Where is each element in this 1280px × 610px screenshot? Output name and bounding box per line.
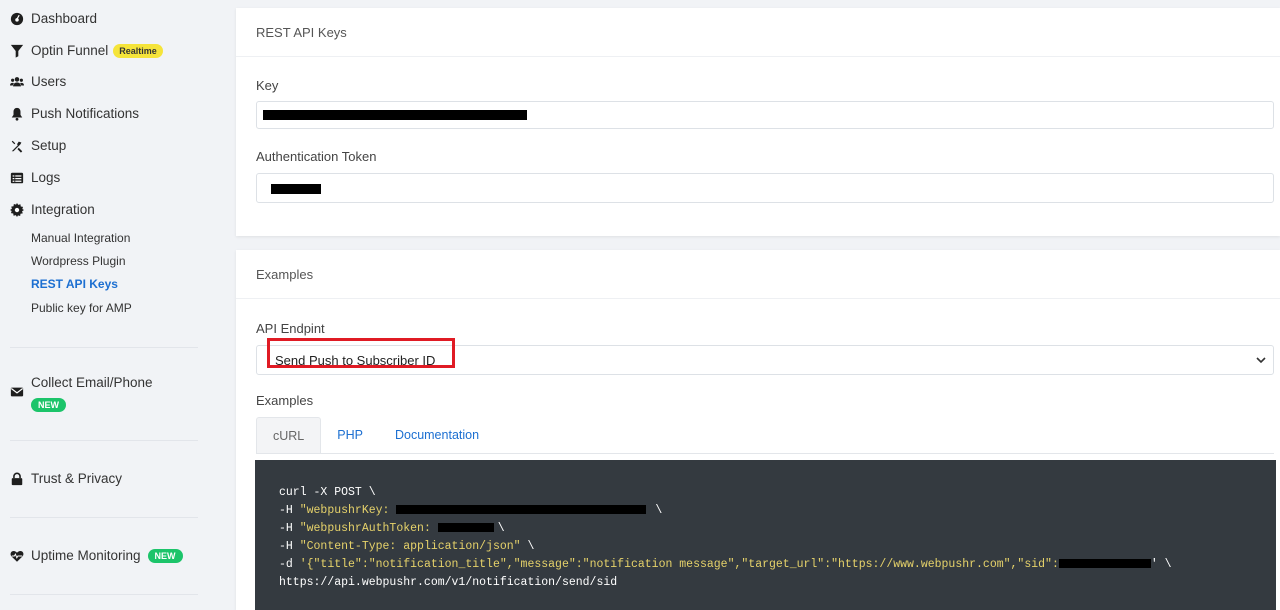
tab-underline (256, 453, 1274, 454)
nav-uptime-label: Uptime Monitoring (31, 548, 141, 563)
code-line-5: -d '{"title":"notification_title","messa… (279, 558, 1172, 571)
nav-users-label: Users (31, 74, 67, 89)
token-label: Authentication Token (256, 149, 377, 164)
code-flag: -H (279, 522, 300, 535)
nav-push-notifications[interactable]: Push Notifications (10, 106, 139, 121)
redacted-token (271, 184, 321, 194)
redacted-key (263, 110, 527, 120)
redacted-token-code (437, 523, 494, 532)
tools-icon (10, 139, 24, 153)
nav-dashboard-label: Dashboard (31, 11, 98, 26)
code-line-6: https://api.webpushr.com/v1/notification… (279, 576, 618, 589)
nav-logs-label: Logs (31, 170, 61, 185)
redacted-sid-code (1058, 559, 1151, 568)
code-string: "Content-Type: application/json" (299, 540, 521, 553)
redacted-key-code (396, 505, 647, 514)
collect-new-badge: NEW (31, 398, 66, 412)
list-icon (10, 171, 24, 185)
heartbeat-icon (10, 549, 24, 563)
code-continuation: \ (520, 540, 535, 553)
nav-optin-funnel-label: Optin Funnel (31, 43, 109, 58)
code-string: "webpushrAuthToken: (299, 522, 438, 535)
realtime-badge: Realtime (113, 43, 163, 58)
tab-curl[interactable]: cURL (256, 417, 322, 454)
examples-label: Examples (256, 393, 314, 408)
tab-php[interactable]: PHP (321, 417, 379, 453)
key-field[interactable] (256, 101, 1274, 129)
divider (10, 594, 198, 595)
nav-optin-funnel[interactable]: Optin Funnel Realtime (10, 43, 163, 58)
card-title: Examples (236, 250, 1280, 299)
code-flag: -d (279, 558, 300, 571)
nav-integration[interactable]: Integration (10, 202, 95, 217)
divider (10, 517, 198, 518)
examples-card: Examples API Endpint Send Push to Subscr… (236, 250, 1280, 610)
dashboard-icon (10, 12, 24, 26)
tab-documentation[interactable]: Documentation (379, 417, 495, 453)
sub-public-key-amp[interactable]: Public key for AMP (31, 301, 132, 315)
nav-logs[interactable]: Logs (10, 170, 60, 185)
code-line-4: -H "Content-Type: application/json" \ (279, 540, 534, 553)
code-flag: -H (279, 540, 300, 553)
nav-collect-label: Collect Email/Phone (31, 375, 153, 390)
bell-icon (10, 107, 24, 121)
sub-wordpress-plugin[interactable]: Wordpress Plugin (31, 254, 126, 268)
envelope-icon (10, 385, 24, 404)
nav-setup-label: Setup (31, 138, 67, 153)
code-continuation: \ (497, 522, 505, 535)
code-continuation: ' \ (1150, 558, 1172, 571)
nav-setup[interactable]: Setup (10, 138, 66, 153)
nav-integration-label: Integration (31, 202, 95, 217)
code-line-1: curl -X POST \ (279, 486, 376, 499)
highlight-box (267, 338, 455, 368)
code-string: "webpushrKey: (299, 504, 397, 517)
nav-uptime-monitoring[interactable]: Uptime Monitoring NEW (10, 548, 183, 563)
key-label: Key (256, 78, 279, 93)
sub-manual-integration[interactable]: Manual Integration (31, 231, 130, 245)
lock-icon (10, 472, 24, 486)
card-title: REST API Keys (236, 8, 1280, 57)
uptime-new-badge: NEW (147, 548, 183, 563)
code-line-2: -H "webpushrKey: \ (279, 504, 662, 517)
nav-dashboard[interactable]: Dashboard (10, 11, 97, 26)
nav-collect-email-phone[interactable]: Collect Email/Phone NEW (10, 375, 153, 413)
sidebar: Dashboard Optin Funnel Realtime Users Pu… (0, 0, 220, 606)
nav-trust-label: Trust & Privacy (31, 471, 123, 486)
rest-api-keys-card: REST API Keys Key Authentication Token (236, 8, 1280, 236)
sub-rest-api-keys[interactable]: REST API Keys (31, 277, 118, 291)
chevron-down-icon (1256, 357, 1266, 364)
example-tabs: cURL PHP Documentation (256, 417, 495, 454)
code-string: '{"title":"notification_title","message"… (299, 558, 1059, 571)
nav-users[interactable]: Users (10, 74, 66, 89)
endpoint-label: API Endpint (256, 321, 325, 336)
code-block: curl -X POST \ -H "webpushrKey: \ -H "we… (255, 460, 1276, 610)
code-line-3: -H "webpushrAuthToken: \ (279, 522, 505, 535)
funnel-icon (10, 44, 24, 58)
code-continuation: \ (655, 504, 663, 517)
users-icon (10, 75, 24, 89)
divider (10, 347, 198, 348)
token-field[interactable] (256, 173, 1274, 203)
code-flag: -H (279, 504, 300, 517)
gear-icon (10, 202, 24, 217)
nav-push-notifications-label: Push Notifications (31, 106, 140, 121)
nav-trust-privacy[interactable]: Trust & Privacy (10, 471, 122, 486)
divider (10, 440, 198, 441)
